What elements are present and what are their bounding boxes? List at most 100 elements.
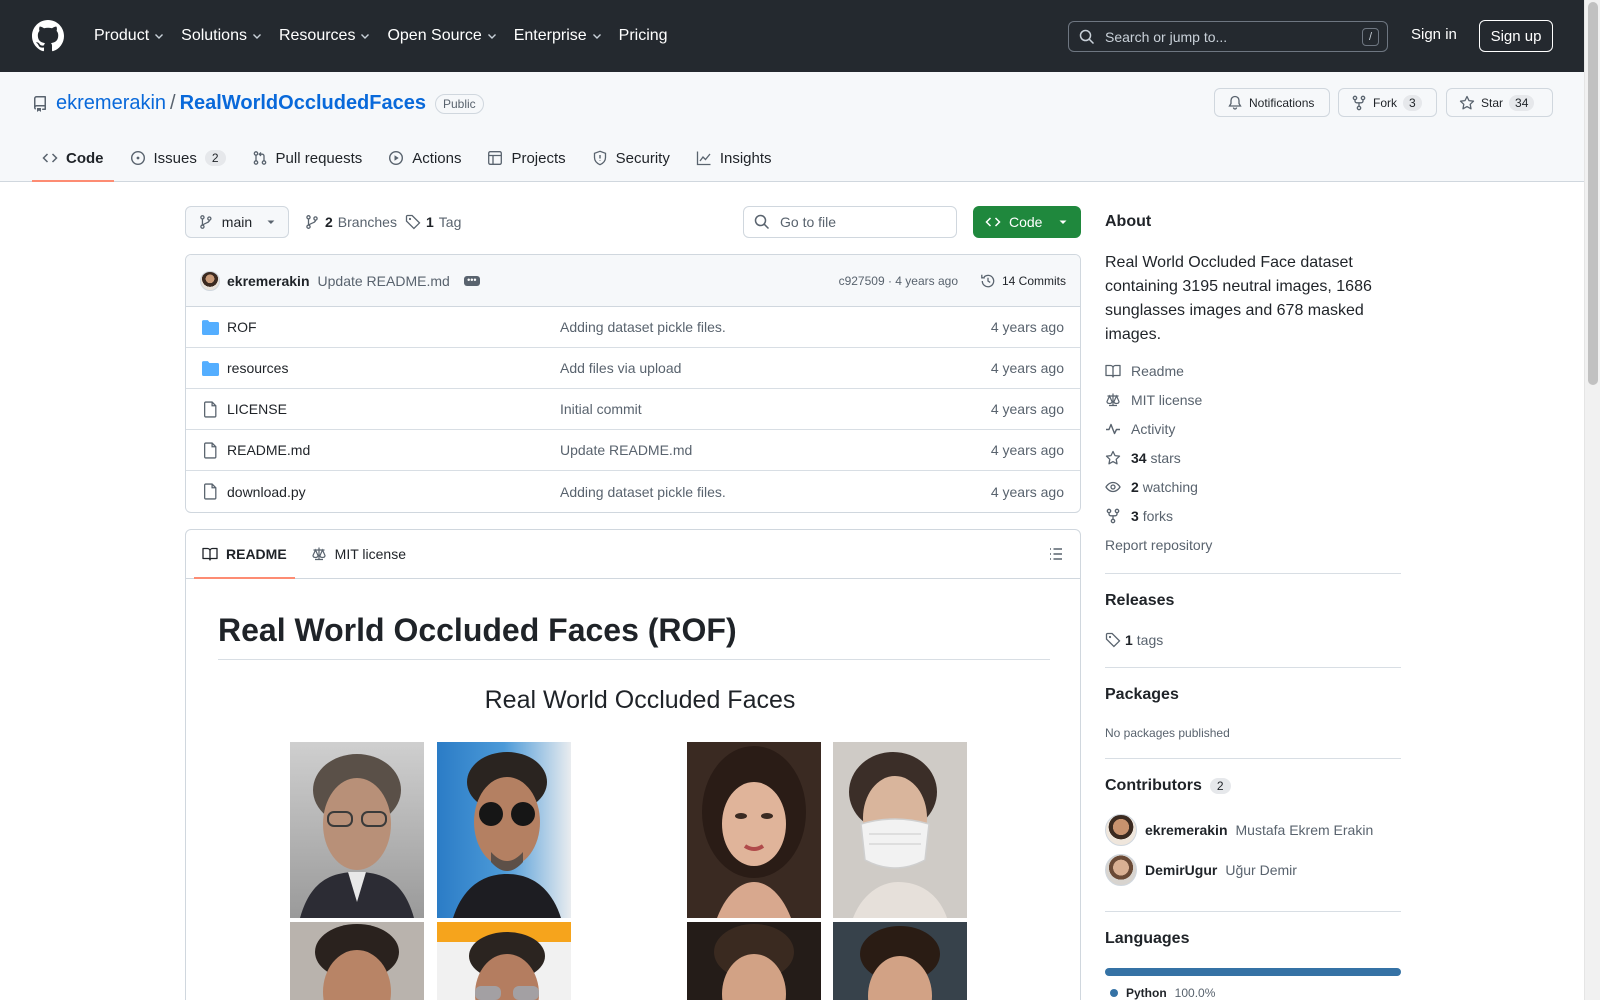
readme-figure: Real World Occluded Faces <box>290 678 990 1000</box>
sidebar-watching-link[interactable]: 2 watching <box>1105 479 1198 495</box>
play-icon <box>389 150 404 166</box>
file-row-download-py[interactable]: download.py Adding dataset pickle files.… <box>186 471 1080 512</box>
file-row-rof[interactable]: ROF Adding dataset pickle files. 4 years… <box>186 307 1080 348</box>
releases-tags-link[interactable]: 1 tags <box>1105 632 1163 648</box>
watching-count: 2 <box>1131 479 1139 495</box>
file-name[interactable]: README.md <box>227 442 310 458</box>
file-commit-message[interactable]: Update README.md <box>560 442 692 458</box>
file-name[interactable]: ROF <box>227 319 257 335</box>
packages-heading[interactable]: Packages <box>1105 686 1179 704</box>
file-commit-message[interactable]: Adding dataset pickle files. <box>560 319 726 335</box>
nav-resources-label: Resources <box>278 27 356 44</box>
scrollbar-thumb[interactable] <box>1588 2 1598 385</box>
face-photo-neutral <box>687 742 821 918</box>
nav-resources[interactable]: Resources <box>271 20 379 52</box>
face-photo-image <box>437 922 571 1000</box>
sidebar-activity-link[interactable]: Activity <box>1105 421 1175 437</box>
tag-icon <box>1105 632 1121 648</box>
file-commit-message[interactable]: Adding dataset pickle files. <box>560 484 726 500</box>
license-link-label: MIT license <box>1131 392 1203 408</box>
contributor-item[interactable]: ekremerakin Mustafa Ekrem Erakin <box>1105 814 1373 846</box>
tab-actions[interactable]: Actions <box>378 134 471 182</box>
go-to-file-input[interactable]: Go to file <box>743 206 957 238</box>
contributors-heading[interactable]: Contributors 2 <box>1105 777 1231 795</box>
language-bar <box>1105 968 1401 976</box>
tab-projects[interactable]: Projects <box>477 134 575 182</box>
commits-link[interactable]: 14 Commits <box>980 273 1066 289</box>
code-button-label: Code <box>1009 214 1043 230</box>
search-input[interactable]: Search or jump to... / <box>1068 21 1388 52</box>
tags-link[interactable]: 1 Tag <box>405 214 461 230</box>
fork-button[interactable]: Fork 3 <box>1338 88 1437 117</box>
commit-hash-age[interactable]: c927509 · 4 years ago <box>839 274 958 288</box>
tab-insights[interactable]: Insights <box>686 134 782 182</box>
tab-code[interactable]: Code <box>32 134 114 182</box>
sidebar-forks-link[interactable]: 3 forks <box>1105 508 1173 524</box>
language-item[interactable]: Python 100.0% <box>1110 986 1215 1000</box>
tab-code-label: Code <box>66 149 104 167</box>
star-icon <box>1105 450 1121 465</box>
code-icon <box>985 217 1001 227</box>
file-row-license[interactable]: LICENSE Initial commit 4 years ago <box>186 389 1080 430</box>
releases-heading[interactable]: Releases <box>1105 592 1174 610</box>
sign-in-link[interactable]: Sign in <box>1411 26 1457 43</box>
sidebar-license-link[interactable]: MIT license <box>1105 392 1202 408</box>
tab-issues[interactable]: Issues 2 <box>120 134 236 182</box>
report-repository-link[interactable]: Report repository <box>1105 537 1212 553</box>
star-count: 34 <box>1509 94 1535 111</box>
caret-down-icon <box>267 220 275 224</box>
page-scrollbar[interactable] <box>1584 0 1600 1000</box>
fork-label: Fork <box>1373 95 1397 110</box>
file-name[interactable]: resources <box>227 360 288 376</box>
repo-name-link[interactable]: RealWorldOccludedFaces <box>180 92 426 115</box>
file-name[interactable]: download.py <box>227 484 306 500</box>
sidebar-divider <box>1105 667 1401 668</box>
file-row-resources[interactable]: resources Add files via upload 4 years a… <box>186 348 1080 389</box>
commit-message[interactable]: Update README.md <box>318 273 450 289</box>
issues-count: 2 <box>204 150 226 166</box>
tab-license[interactable]: MIT license <box>303 530 414 579</box>
file-row-readme[interactable]: README.md Update README.md 4 years ago <box>186 430 1080 471</box>
fork-icon <box>1106 508 1120 524</box>
nav-solutions[interactable]: Solutions <box>173 20 271 52</box>
fork-icon <box>1352 95 1366 110</box>
chevron-down-icon <box>361 34 370 39</box>
branches-link[interactable]: 2 Branches <box>304 214 397 230</box>
code-download-button[interactable]: Code <box>973 206 1081 238</box>
star-button[interactable]: Star 34 <box>1446 88 1553 117</box>
github-logo-icon[interactable] <box>32 20 64 52</box>
nav-enterprise[interactable]: Enterprise <box>506 20 611 52</box>
repo-owner-link[interactable]: ekremerakin <box>56 92 166 115</box>
search-shortcut-key: / <box>1362 28 1379 46</box>
branch-selector[interactable]: main <box>185 206 289 238</box>
nav-pricing[interactable]: Pricing <box>611 20 676 52</box>
avatar[interactable] <box>200 270 220 291</box>
tab-security[interactable]: Security <box>582 134 680 182</box>
file-name[interactable]: LICENSE <box>227 401 287 417</box>
sidebar-readme-link[interactable]: Readme <box>1105 363 1184 379</box>
nav-open-source[interactable]: Open Source <box>379 20 505 52</box>
branch-name: main <box>221 214 253 230</box>
sign-up-button[interactable]: Sign up <box>1479 20 1553 52</box>
history-icon <box>981 274 995 287</box>
notifications-label: Notifications <box>1249 95 1315 110</box>
latest-commit-bar: ekremerakin Update README.md ••• c927509… <box>186 255 1080 307</box>
commit-author[interactable]: ekremerakin <box>227 273 310 289</box>
search-icon <box>1079 29 1095 44</box>
language-percent: 100.0% <box>1174 986 1216 1000</box>
file-commit-message[interactable]: Add files via upload <box>560 360 681 376</box>
file-commit-message[interactable]: Initial commit <box>560 401 642 417</box>
contributor-item[interactable]: DemirUgur Uğur Demir <box>1105 854 1297 886</box>
nav-product[interactable]: Product <box>86 20 173 52</box>
tab-readme[interactable]: README <box>194 530 295 579</box>
file-age: 4 years ago <box>990 360 1064 376</box>
face-photo-image <box>714 924 794 1000</box>
commit-details-toggle[interactable]: ••• <box>463 275 480 286</box>
tab-insights-label: Insights <box>719 149 772 167</box>
notifications-button[interactable]: Notifications <box>1214 88 1330 117</box>
sidebar-stars-link[interactable]: 34 stars <box>1105 450 1181 466</box>
repo-title: ekremerakin / RealWorldOccludedFaces Pub… <box>32 92 484 115</box>
list-outline-icon[interactable] <box>1048 546 1064 562</box>
tab-pull-requests[interactable]: Pull requests <box>242 134 373 182</box>
file-age: 4 years ago <box>990 483 1064 500</box>
